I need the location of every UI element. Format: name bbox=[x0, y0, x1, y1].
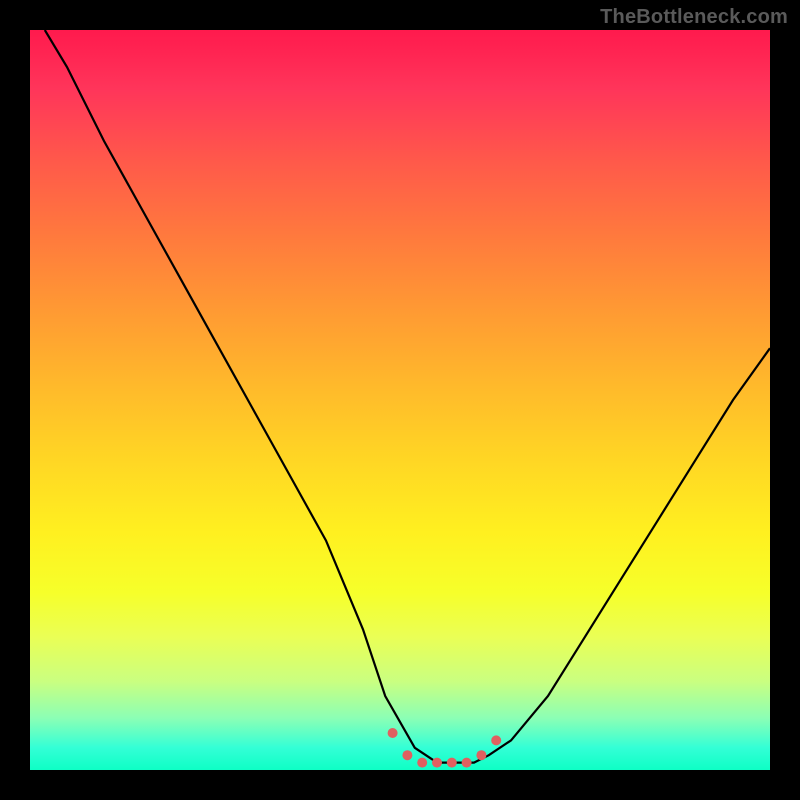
chart-frame: TheBottleneck.com bbox=[0, 0, 800, 800]
bottleneck-curve bbox=[45, 30, 770, 763]
highlight-dot bbox=[491, 735, 501, 745]
highlight-dot bbox=[432, 758, 442, 768]
highlight-dot bbox=[447, 758, 457, 768]
chart-svg bbox=[30, 30, 770, 770]
chart-plot-area bbox=[30, 30, 770, 770]
highlight-dot bbox=[462, 758, 472, 768]
highlight-dot bbox=[476, 750, 486, 760]
watermark-text: TheBottleneck.com bbox=[600, 6, 788, 29]
highlight-dot bbox=[402, 750, 412, 760]
highlight-dot bbox=[417, 758, 427, 768]
highlight-dot bbox=[388, 728, 398, 738]
